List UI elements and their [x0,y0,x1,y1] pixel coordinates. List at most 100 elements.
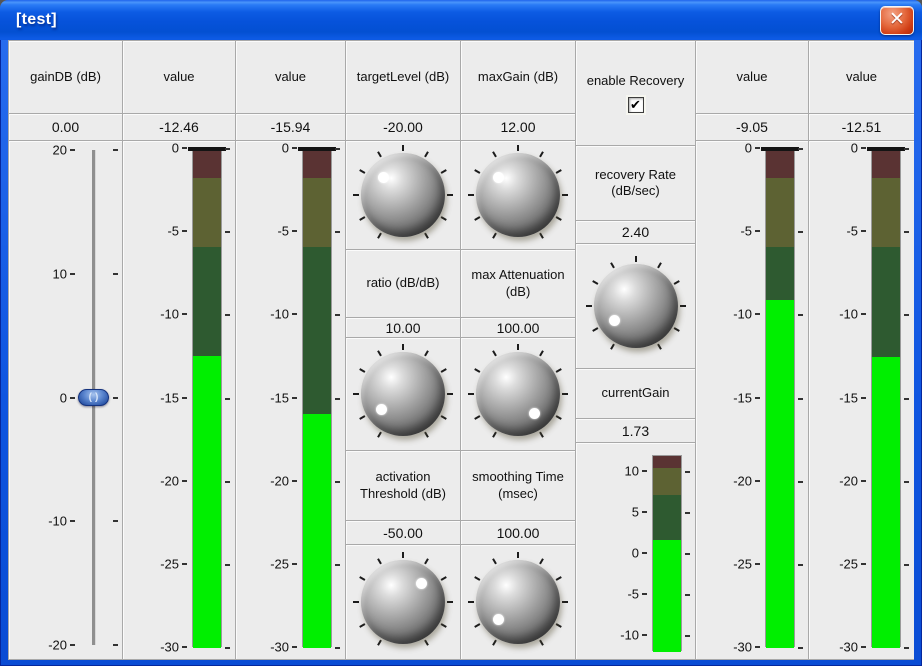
meter-tick [798,398,803,400]
meter-tick [798,148,803,150]
meter-tick-label: 0 [172,141,179,156]
knob-indicator-dot [493,614,504,625]
knob-tick [377,432,382,438]
enable-recovery-checkbox[interactable]: ✔ [628,97,644,113]
knob-tick [377,350,382,356]
enable-recovery-header: enable Recovery ✔ [576,41,696,146]
knob-tick [441,216,447,221]
knob-tick [377,233,382,239]
knob-tick [359,169,365,174]
meter-tick-label: -10 [620,627,639,642]
knob-tick [539,640,544,646]
meter-tick [642,552,647,554]
meter-tick [225,647,230,649]
meter-tick-label: -15 [160,390,179,405]
parameter-label: currentGain [576,369,696,419]
meter-tick-label: -25 [270,556,289,571]
knob-tick [492,350,497,356]
slider-tick-label: 0 [60,390,67,405]
knob[interactable] [594,264,678,348]
knob-tick [424,640,429,646]
ratio-value: 10.00 [346,318,461,338]
knob[interactable] [476,352,560,436]
meter-segment [766,149,794,178]
meter-tick [335,148,340,150]
knob[interactable] [476,560,560,644]
meter-tick [225,148,230,150]
knob[interactable] [476,153,560,237]
knob-assembly [351,550,455,654]
meter-tick [335,231,340,233]
meter-tick-label: -15 [839,390,858,405]
meter-tick [335,647,340,649]
knob-tick [657,344,662,350]
meter-tick-label: -10 [839,307,858,322]
meter-tick [182,480,187,482]
knob[interactable] [361,153,445,237]
knob-tick [441,368,447,373]
recovery-rate-knob [576,244,696,369]
meter-tick-label: -20 [160,473,179,488]
slider-tick-label: -20 [48,638,67,653]
meter-segment [303,247,331,414]
slider-scale: 20100-10-20 [9,141,77,659]
title-bar[interactable]: [test] ✕ [0,0,922,40]
slider-tick [70,520,75,522]
knob-tick [562,393,568,395]
column-header: enable Recovery [587,73,685,89]
meter-tick [755,313,760,315]
close-button[interactable]: ✕ [880,6,914,35]
meter-tick [755,230,760,232]
slider-tick [113,644,118,646]
knob-tick [402,145,404,151]
meter-tick [755,147,760,149]
knob-tick [474,216,480,221]
knob-tick [492,233,497,239]
knob-tick [441,623,447,628]
column-meter-3: value -9.05 0-5-10-15-20-25-30 [696,41,809,660]
meter-tick [182,563,187,565]
knob-tick [673,280,679,285]
meter-segment [653,456,681,468]
knob-tick [441,576,447,581]
meter-tick-label: -5 [277,224,289,239]
knob-tick [556,169,562,174]
gaindb-slider: 20100-10-20 () [9,141,123,660]
knob-tick [492,640,497,646]
knob-tick [377,151,382,157]
activation-threshold-value: -50.00 [346,521,461,545]
meter-tick [225,231,230,233]
column-header: gainDB (dB) [9,41,123,114]
knob-tick [474,368,480,373]
meter-tick-label: -5 [627,586,639,601]
knob-tick [592,327,598,332]
meter-tick-label: -5 [167,224,179,239]
column-gaindb: gainDB (dB) 0.00 20100-10-20 () [9,41,123,660]
meter-tick-label: -15 [270,390,289,405]
meter-tick [642,511,647,513]
knob-tick [556,415,562,420]
knob-tick [424,350,429,356]
meter-tick [798,314,803,316]
meter-tick [798,481,803,483]
gain-slider-thumb[interactable]: () [78,389,109,406]
slider-tick [113,520,118,522]
ratio-knob [346,338,461,451]
knob-tick [539,432,544,438]
meter-tick [904,231,909,233]
meter-tick [225,398,230,400]
meter-segment [193,178,221,247]
meter-tick-label: 0 [745,141,752,156]
meter-tick [335,398,340,400]
level-meter: 0-5-10-15-20-25-30 [236,141,346,660]
knob-indicator-dot [376,404,387,415]
meter-tick [642,593,647,595]
meter-tick [904,314,909,316]
knob[interactable] [361,560,445,644]
meter-tick [335,314,340,316]
knob-tick [492,432,497,438]
knob[interactable] [361,352,445,436]
slider-tick [70,273,75,275]
meter-tick [685,471,690,473]
knob-tick [447,194,453,196]
